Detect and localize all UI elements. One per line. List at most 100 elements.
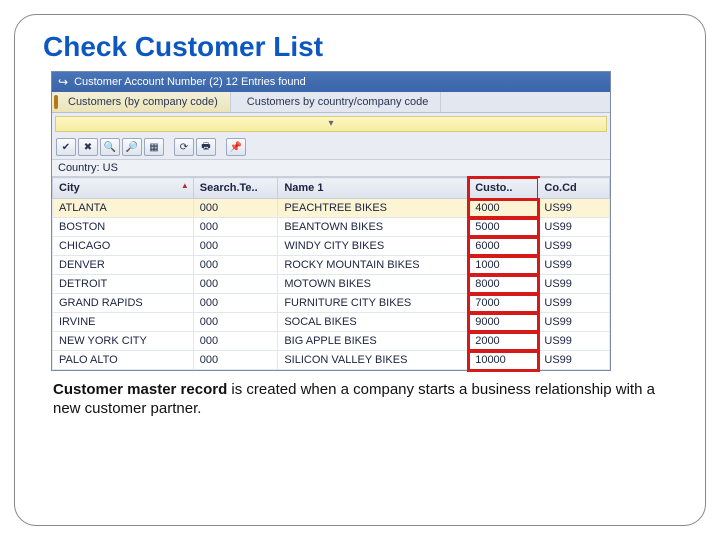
cell-customer: 7000	[469, 294, 538, 313]
cell-customer: 5000	[469, 218, 538, 237]
table-row[interactable]: NEW YORK CITY000BIG APPLE BIKES2000US99	[53, 332, 610, 351]
cell-name: SILICON VALLEY BIKES	[278, 351, 469, 370]
tb-confirm-button[interactable]: ✔	[56, 138, 76, 156]
table-row[interactable]: CHICAGO000WINDY CITY BIKES6000US99	[53, 237, 610, 256]
cell-search: 000	[193, 351, 278, 370]
table-header-row: City ▲ Search.Te.. Name 1 Custo.. Co.Cd	[53, 178, 610, 199]
search-plus-icon: 🔎	[126, 142, 138, 153]
close-icon: ✖	[84, 142, 92, 153]
cell-city: IRVINE	[53, 313, 194, 332]
table-row[interactable]: IRVINE000SOCAL BIKES9000US99	[53, 313, 610, 332]
cell-name: ROCKY MOUNTAIN BIKES	[278, 256, 469, 275]
cell-cocd: US99	[538, 332, 610, 351]
col-label: Search.Te..	[200, 182, 258, 194]
caption-bold: Customer master record	[53, 381, 227, 398]
slide-caption: Customer master record is created when a…	[53, 381, 671, 419]
cell-city: NEW YORK CITY	[53, 332, 194, 351]
sort-asc-icon: ▲	[181, 181, 189, 190]
cell-city: PALO ALTO	[53, 351, 194, 370]
tb-pin-button[interactable]: 📌	[226, 138, 246, 156]
col-header-name[interactable]: Name 1	[278, 178, 469, 199]
tb-cancel-button[interactable]: ✖	[78, 138, 98, 156]
cell-name: MOTOWN BIKES	[278, 275, 469, 294]
cell-search: 000	[193, 199, 278, 218]
cell-customer: 8000	[469, 275, 538, 294]
cell-city: BOSTON	[53, 218, 194, 237]
tb-findnext-button[interactable]: 🔎	[122, 138, 142, 156]
cell-name: SOCAL BIKES	[278, 313, 469, 332]
cell-search: 000	[193, 256, 278, 275]
cell-search: 000	[193, 275, 278, 294]
cell-search: 000	[193, 218, 278, 237]
cell-city: GRAND RAPIDS	[53, 294, 194, 313]
col-label: City	[59, 182, 80, 194]
tab-customers-country[interactable]: Customers by country/company code	[231, 92, 442, 112]
col-label: Co.Cd	[544, 182, 576, 194]
cell-search: 000	[193, 313, 278, 332]
cell-city: DETROIT	[53, 275, 194, 294]
cell-city: ATLANTA	[53, 199, 194, 218]
cell-search: 000	[193, 294, 278, 313]
tb-layout-button[interactable]: ▦	[144, 138, 164, 156]
cell-name: PEACHTREE BIKES	[278, 199, 469, 218]
cell-name: BEANTOWN BIKES	[278, 218, 469, 237]
sap-titlebar: ↪ Customer Account Number (2) 12 Entries…	[52, 72, 610, 92]
filter-bar[interactable]: ▾	[55, 116, 607, 132]
table-row[interactable]: GRAND RAPIDS000FURNITURE CITY BIKES7000U…	[53, 294, 610, 313]
cell-customer: 9000	[469, 313, 538, 332]
cell-customer: 6000	[469, 237, 538, 256]
cell-customer: 4000	[469, 199, 538, 218]
cell-cocd: US99	[538, 351, 610, 370]
country-label: Country: US	[58, 162, 118, 174]
sap-window: ↪ Customer Account Number (2) 12 Entries…	[51, 71, 611, 371]
grid-icon: ▦	[149, 142, 158, 153]
cell-search: 000	[193, 237, 278, 256]
tab-label: Customers (by company code)	[68, 96, 218, 108]
col-header-search[interactable]: Search.Te..	[193, 178, 278, 199]
dropdown-icon: ▾	[328, 118, 333, 129]
tabs-row: Customers (by company code) Customers by…	[52, 92, 610, 113]
slide-title: Check Customer List	[43, 31, 677, 63]
table-row[interactable]: DENVER000ROCKY MOUNTAIN BIKES1000US99	[53, 256, 610, 275]
cell-cocd: US99	[538, 256, 610, 275]
col-label: Custo..	[475, 182, 512, 194]
tab-label: Customers by country/company code	[247, 96, 429, 108]
table-row[interactable]: ATLANTA000PEACHTREE BIKES4000US99	[53, 199, 610, 218]
cell-search: 000	[193, 332, 278, 351]
titlebar-text: Customer Account Number (2) 12 Entries f…	[74, 76, 306, 88]
tab-customers-company-code[interactable]: Customers (by company code)	[52, 92, 231, 112]
cell-cocd: US99	[538, 199, 610, 218]
refresh-icon: ⟳	[180, 142, 188, 153]
cell-name: WINDY CITY BIKES	[278, 237, 469, 256]
back-icon[interactable]: ↪	[58, 75, 68, 89]
toolbar: ✔ ✖ 🔍 🔎 ▦ ⟳ 🖶 📌	[52, 135, 610, 160]
cell-name: FURNITURE CITY BIKES	[278, 294, 469, 313]
cell-cocd: US99	[538, 313, 610, 332]
results-table: City ▲ Search.Te.. Name 1 Custo.. Co.Cd …	[52, 177, 610, 370]
cell-city: DENVER	[53, 256, 194, 275]
toolbar-separator	[218, 138, 224, 156]
cell-cocd: US99	[538, 218, 610, 237]
tb-find-button[interactable]: 🔍	[100, 138, 120, 156]
cell-customer: 10000	[469, 351, 538, 370]
cell-name: BIG APPLE BIKES	[278, 332, 469, 351]
table-row[interactable]: PALO ALTO000SILICON VALLEY BIKES10000US9…	[53, 351, 610, 370]
toolbar-separator	[166, 138, 172, 156]
cell-cocd: US99	[538, 294, 610, 313]
col-header-cocd[interactable]: Co.Cd	[538, 178, 610, 199]
col-label: Name 1	[284, 182, 323, 194]
table-row[interactable]: DETROIT000MOTOWN BIKES8000US99	[53, 275, 610, 294]
country-filter: Country: US	[52, 160, 610, 177]
col-header-customer[interactable]: Custo..	[469, 178, 538, 199]
cell-cocd: US99	[538, 275, 610, 294]
table-row[interactable]: BOSTON000BEANTOWN BIKES5000US99	[53, 218, 610, 237]
search-icon: 🔍	[104, 142, 116, 153]
col-header-city[interactable]: City ▲	[53, 178, 194, 199]
cell-cocd: US99	[538, 237, 610, 256]
print-icon: 🖶	[201, 139, 210, 156]
cell-customer: 2000	[469, 332, 538, 351]
tb-print-button[interactable]: 🖶	[196, 138, 216, 156]
tb-refresh-button[interactable]: ⟳	[174, 138, 194, 156]
cell-customer: 1000	[469, 256, 538, 275]
cell-city: CHICAGO	[53, 237, 194, 256]
